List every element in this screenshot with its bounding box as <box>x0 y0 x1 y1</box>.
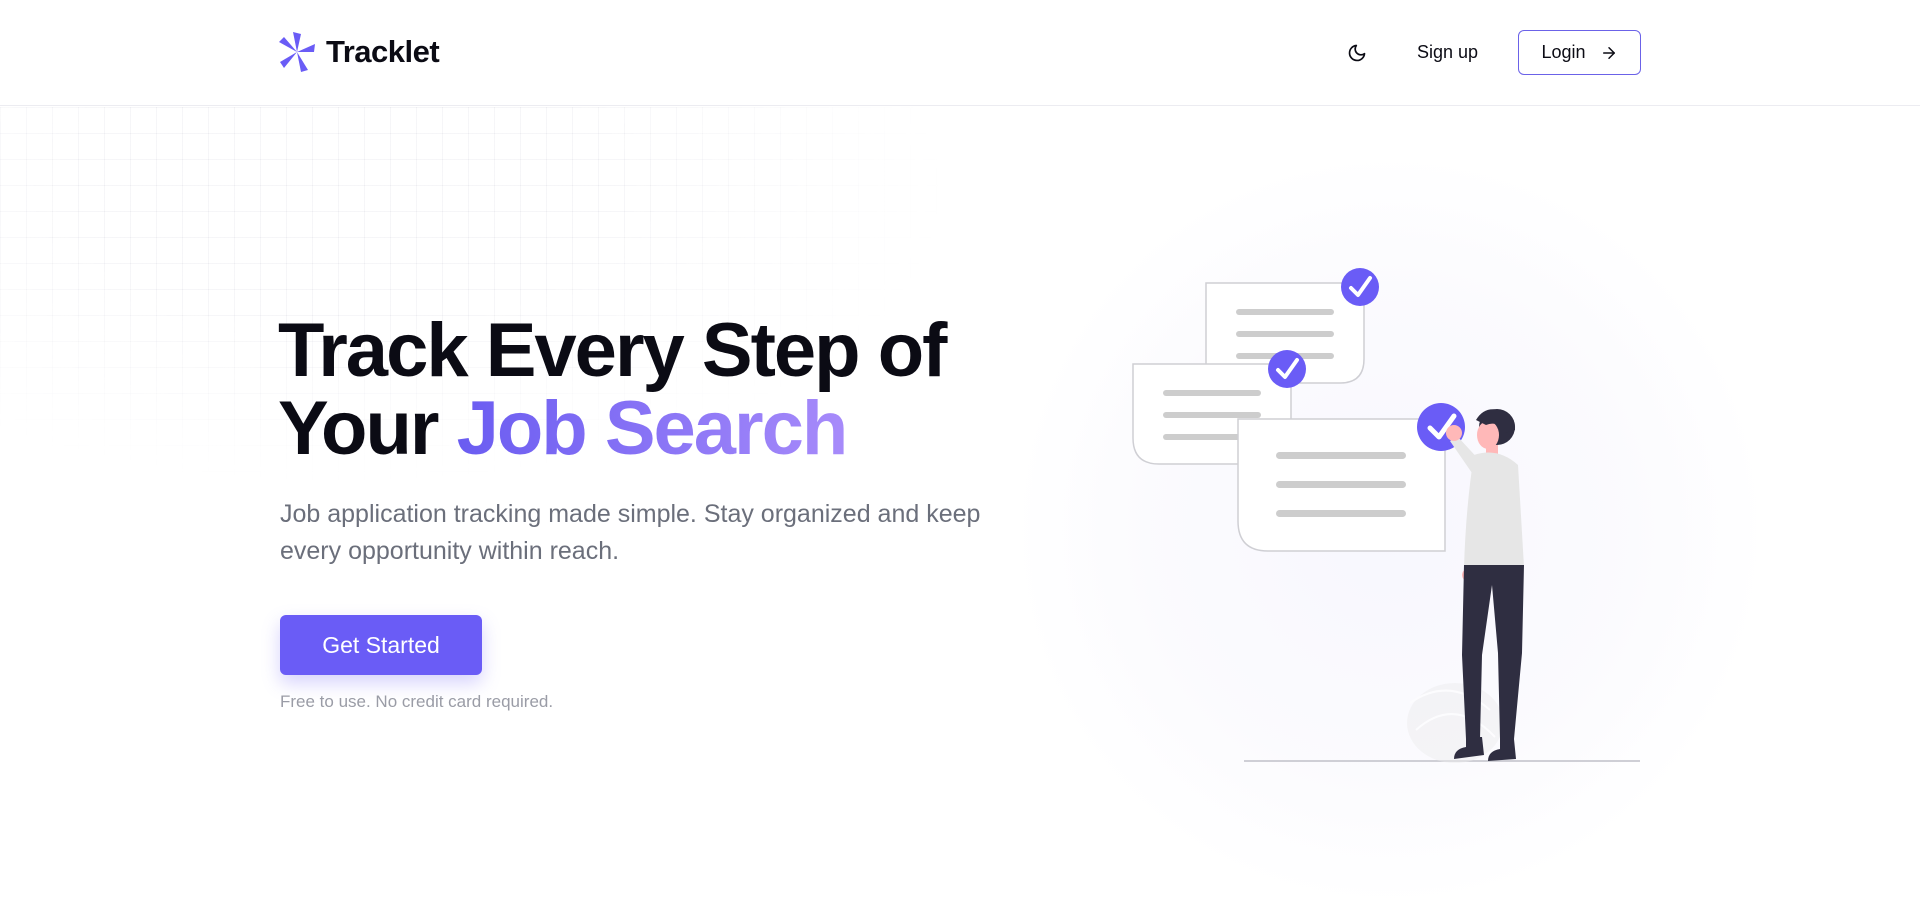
get-started-button[interactable]: Get Started <box>280 615 482 675</box>
arrow-right-icon <box>1602 46 1615 59</box>
hero-subtitle: Job application tracking made simple. St… <box>280 500 981 565</box>
header-nav: Sign up Login <box>1337 30 1641 75</box>
theme-toggle-button[interactable] <box>1337 33 1377 73</box>
checklist-illustration <box>1132 268 1640 763</box>
brand[interactable]: Tracklet <box>278 30 440 74</box>
document-card-3 <box>1237 403 1465 552</box>
brand-name: Tracklet <box>326 34 440 69</box>
hero-title-accent: Job Search <box>456 386 849 471</box>
top-navbar: Tracklet Sign up Login <box>0 0 1920 106</box>
moon-icon <box>1348 44 1366 61</box>
signup-link[interactable]: Sign up <box>1417 42 1478 63</box>
login-button[interactable]: Login <box>1518 30 1641 75</box>
cta-note: Free to use. No credit card required. <box>280 692 554 711</box>
plant-illustration <box>1407 683 1503 763</box>
landing-page: Tracklet Sign up Login Track Every Step … <box>0 0 1920 923</box>
hero-title-line2: Your <box>278 386 457 471</box>
hero-title: Track Every Step of Your Job Search <box>278 312 1038 468</box>
login-label: Login <box>1541 42 1586 62</box>
hero-title-line1: Track Every Step of <box>278 308 947 393</box>
pinwheel-logo-icon <box>279 32 315 72</box>
